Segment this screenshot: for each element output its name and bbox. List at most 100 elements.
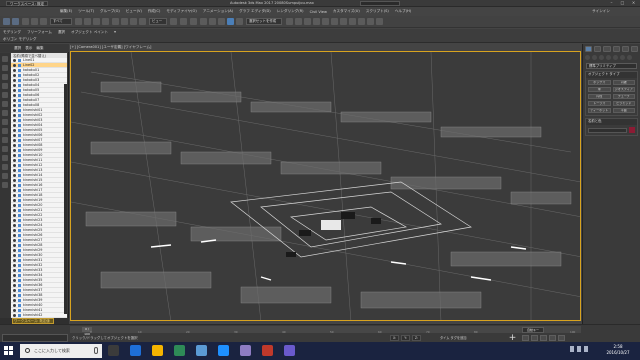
go-to-start-icon[interactable] [522, 335, 529, 341]
taskbar-app-icon[interactable] [218, 345, 229, 356]
previous-frame-icon[interactable] [531, 335, 538, 341]
menu-modifiers[interactable]: モディファイヤ(O) [166, 9, 196, 14]
taskbar-app-icon[interactable] [284, 345, 295, 356]
create-teapot-button[interactable]: ティーポット [588, 108, 611, 113]
visibility-eye-icon[interactable] [13, 288, 16, 292]
visibility-eye-icon[interactable] [13, 123, 16, 127]
visibility-eye-icon[interactable] [13, 243, 16, 247]
menu-help[interactable]: ヘルプ(H) [395, 9, 411, 14]
snaps-toggle-icon[interactable] [200, 18, 207, 25]
track-bar-ticks[interactable]: 0102030405060708090100 [70, 330, 581, 334]
select-manipulate-icon[interactable] [180, 18, 187, 25]
close-button[interactable]: × [631, 0, 636, 6]
utilities-tab-icon[interactable] [630, 46, 639, 52]
selection-filter-dropdown[interactable]: すべて [50, 18, 72, 25]
visibility-eye-icon[interactable] [13, 113, 16, 117]
visibility-eye-icon[interactable] [13, 193, 16, 197]
visibility-eye-icon[interactable] [13, 198, 16, 202]
render-production-icon[interactable] [376, 18, 383, 25]
taskbar-app-icon[interactable] [152, 345, 163, 356]
volume-icon[interactable] [577, 346, 581, 352]
spinner-snap-icon[interactable] [227, 18, 234, 25]
visibility-eye-icon[interactable] [13, 138, 16, 142]
visibility-eye-icon[interactable] [13, 308, 16, 312]
maxscript-listener-mini[interactable] [2, 334, 68, 342]
rectangle-selection-icon[interactable] [93, 18, 100, 25]
modify-tab-icon[interactable] [594, 46, 602, 52]
visibility-eye-icon[interactable] [13, 238, 16, 242]
ribbon-tab-object-paint[interactable]: オブジェクト ペイント [71, 30, 108, 35]
create-cone-button[interactable]: 円錐 [612, 80, 635, 85]
microphone-icon[interactable] [94, 347, 98, 354]
invert-display-icon[interactable] [2, 182, 8, 188]
motion-tab-icon[interactable] [612, 46, 620, 52]
visibility-eye-icon[interactable] [13, 83, 16, 87]
ime-icon[interactable] [584, 346, 588, 352]
visibility-eye-icon[interactable] [13, 188, 16, 192]
visibility-eye-icon[interactable] [13, 303, 16, 307]
menu-animation[interactable]: アニメーション(A) [203, 9, 233, 14]
workspace-dropdown[interactable]: ワークスペース: 既定 [6, 1, 49, 6]
visibility-eye-icon[interactable] [13, 313, 16, 317]
visibility-eye-icon[interactable] [13, 143, 16, 147]
visibility-eye-icon[interactable] [13, 158, 16, 162]
taskbar-app-icon[interactable] [262, 345, 273, 356]
filter-geometry-icon[interactable] [2, 56, 8, 62]
visibility-eye-icon[interactable] [13, 173, 16, 177]
filter-bones-icon[interactable] [2, 128, 8, 134]
cameras-icon[interactable] [606, 55, 611, 60]
visibility-eye-icon[interactable] [13, 168, 16, 172]
taskbar-app-icon[interactable] [240, 345, 251, 356]
schematic-view-icon[interactable] [340, 18, 347, 25]
visibility-eye-icon[interactable] [13, 63, 16, 67]
create-cylinder-button[interactable]: 円柱 [588, 94, 611, 99]
object-list-scrollbar[interactable] [64, 84, 67, 314]
visibility-eye-icon[interactable] [13, 218, 16, 222]
menu-view[interactable]: ビュー(V) [126, 9, 142, 14]
add-time-tag-button[interactable]: タイム タグを追加 [440, 335, 466, 340]
ribbon-tab-modeling[interactable]: モデリング [3, 30, 21, 35]
ribbon-options-chevron-icon[interactable]: ▾ [114, 30, 116, 35]
visibility-eye-icon[interactable] [13, 148, 16, 152]
redo-icon[interactable] [12, 18, 19, 25]
viewport-label-menu[interactable]: [+] [Camera001] [ユーザ定義] [ワイヤフレーム] [70, 45, 151, 50]
scene-explorer-menu-display[interactable]: 表示 [25, 46, 32, 52]
geometry-icon[interactable] [585, 55, 590, 60]
toggle-scene-explorer-icon[interactable] [304, 18, 311, 25]
menu-scripting[interactable]: スクリプト(S) [366, 9, 389, 14]
render-setup-icon[interactable] [358, 18, 365, 25]
menu-civil-view[interactable]: Civil View [310, 10, 327, 14]
object-name-field[interactable] [588, 127, 627, 133]
visibility-eye-icon[interactable] [13, 203, 16, 207]
curve-editor-icon[interactable] [331, 18, 338, 25]
visibility-eye-icon[interactable] [13, 273, 16, 277]
scene-explorer-menu-edit[interactable]: 編集 [36, 46, 43, 52]
visibility-eye-icon[interactable] [13, 118, 16, 122]
visibility-eye-icon[interactable] [13, 213, 16, 217]
filter-frozen-icon[interactable] [2, 146, 8, 152]
visibility-eye-icon[interactable] [13, 248, 16, 252]
rotate-icon[interactable] [121, 18, 128, 25]
angle-snap-icon[interactable] [209, 18, 216, 25]
create-plane-button[interactable]: 平面 [612, 108, 635, 113]
shapes-icon[interactable] [592, 55, 597, 60]
create-tube-button[interactable]: チューブ [612, 94, 635, 99]
menu-rendering[interactable]: レンダリング(R) [277, 9, 304, 14]
visibility-eye-icon[interactable] [13, 298, 16, 302]
visibility-eye-icon[interactable] [13, 223, 16, 227]
visibility-eye-icon[interactable] [13, 128, 16, 132]
visibility-eye-icon[interactable] [13, 278, 16, 282]
filter-lights-icon[interactable] [2, 74, 8, 80]
hierarchy-tab-icon[interactable] [603, 46, 611, 52]
rendered-frame-window-icon[interactable] [367, 18, 374, 25]
visibility-eye-icon[interactable] [13, 233, 16, 237]
visibility-eye-icon[interactable] [13, 178, 16, 182]
visibility-eye-icon[interactable] [13, 208, 16, 212]
scene-explorer-menu-select[interactable]: 選択 [14, 46, 21, 52]
menu-graph-editors[interactable]: グラフ エディタ(D) [239, 9, 271, 14]
filter-hidden-icon[interactable] [2, 155, 8, 161]
menu-group[interactable]: グループ(G) [100, 9, 120, 14]
create-sphere-button[interactable]: 球 [588, 87, 611, 92]
create-box-button[interactable]: ボックス [588, 80, 611, 85]
taskbar-app-icon[interactable] [174, 345, 185, 356]
